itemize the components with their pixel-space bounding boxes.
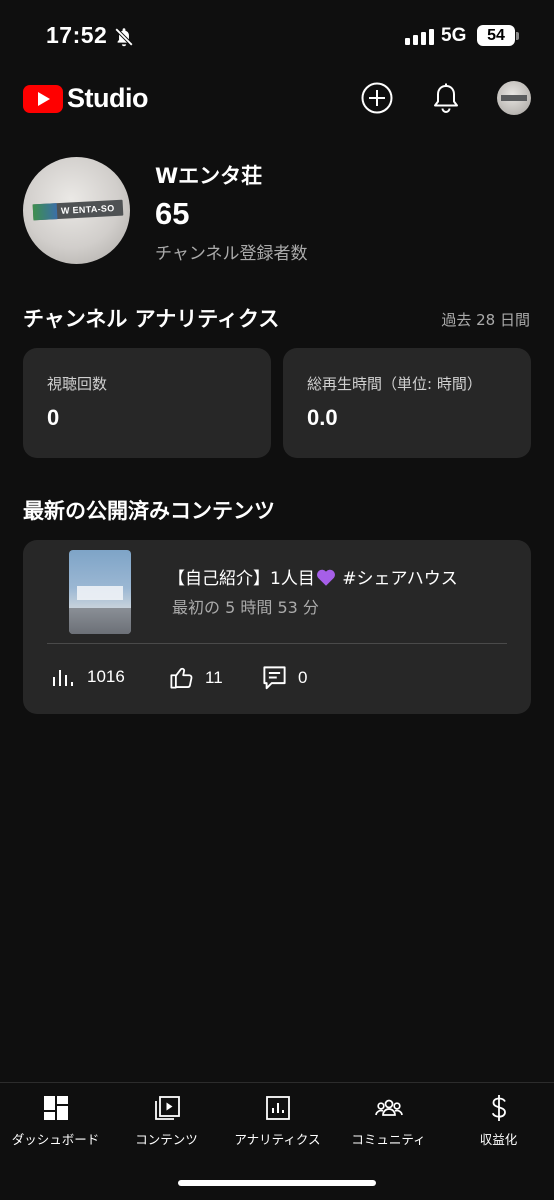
content-icon	[154, 1096, 180, 1120]
signal-icon	[405, 29, 434, 45]
nav-label: 収益化	[479, 1132, 518, 1147]
nav-label: コンテンツ	[135, 1132, 198, 1147]
divider	[47, 643, 507, 644]
app-header: Studio	[0, 75, 554, 123]
status-time: 17:52	[46, 22, 108, 48]
thumbnail-caption	[77, 586, 123, 600]
create-plus-icon	[361, 82, 393, 114]
subscriber-label: チャンネル登録者数	[155, 244, 308, 264]
bar-chart-icon	[53, 670, 73, 686]
comment-icon	[263, 666, 286, 690]
views-card[interactable]: 視聴回数 0	[23, 348, 271, 458]
notifications-bell-icon	[434, 83, 458, 113]
comments-stat: 0	[261, 664, 307, 691]
nav-analytics[interactable]: アナリティクス	[222, 1093, 333, 1148]
watch-time-value: 0.0	[307, 405, 338, 430]
account-avatar[interactable]	[497, 81, 531, 115]
nav-content[interactable]: コンテンツ	[111, 1093, 222, 1148]
watch-time-card[interactable]: 総再生時間（単位: 時間） 0.0	[283, 348, 531, 458]
views-stat: 1016	[51, 664, 125, 690]
nav-dashboard[interactable]: ダッシュボード	[0, 1093, 111, 1148]
status-bar: 17:52 5G 54	[0, 0, 554, 72]
sign-arrows-icon	[32, 203, 58, 221]
home-indicator[interactable]	[178, 1180, 376, 1186]
nav-label: アナリティクス	[234, 1132, 321, 1147]
thumbnail-cityscape	[69, 608, 131, 634]
views-label: 視聴回数	[47, 375, 108, 393]
youtube-play-icon	[23, 84, 63, 113]
nav-community[interactable]: コミュニティ	[333, 1093, 444, 1148]
notifications-button[interactable]	[429, 81, 463, 115]
thumbs-up-icon	[170, 667, 193, 689]
battery-nub	[516, 32, 519, 40]
nav-label: コミュニティ	[351, 1132, 426, 1147]
purple-heart-icon	[316, 569, 335, 586]
video-thumbnail[interactable]	[69, 550, 131, 634]
likes-stat: 11	[168, 664, 223, 691]
latest-content-title: 最新の公開済みコンテンツ	[23, 499, 275, 523]
analytics-period: 過去 28 日間	[441, 311, 530, 329]
avatar-sign: W ENTA-SO	[32, 199, 124, 221]
dollar-icon	[491, 1095, 506, 1121]
likes-count: 11	[205, 667, 223, 687]
network-type: 5G	[441, 25, 467, 46]
community-icon	[374, 1099, 403, 1116]
youtube-studio-logo[interactable]: Studio	[23, 83, 148, 114]
nav-monetization[interactable]: 収益化	[443, 1093, 554, 1148]
bell-slash-icon	[113, 26, 135, 52]
avatar-sign-text: W ENTA-SO	[60, 203, 115, 216]
comments-count: 0	[298, 667, 308, 687]
channel-avatar[interactable]: W ENTA-SO	[23, 157, 130, 264]
analytics-title: チャンネル アナリティクス	[23, 307, 280, 331]
video-title-hashtag: #シェアハウス	[336, 569, 458, 589]
views-value: 0	[47, 405, 60, 430]
logo-text: Studio	[67, 83, 148, 113]
watch-time-label: 総再生時間（単位: 時間）	[307, 375, 482, 393]
avatar-sign	[501, 95, 527, 101]
analytics-icon	[265, 1096, 290, 1120]
views-count: 1016	[87, 667, 125, 686]
create-button[interactable]	[360, 81, 394, 115]
battery-icon: 54	[477, 25, 515, 46]
battery-level: 54	[487, 26, 505, 44]
video-title-text: 【自己紹介】1人目	[168, 569, 315, 589]
video-period: 最初の 5 時間 53 分	[172, 598, 319, 617]
dashboard-icon	[43, 1096, 68, 1120]
channel-name: Wエンタ荘	[155, 164, 263, 188]
subscriber-count: 65	[155, 196, 190, 231]
video-title[interactable]: 【自己紹介】1人目 #シェアハウス	[168, 564, 458, 589]
nav-label: ダッシュボード	[11, 1132, 100, 1147]
latest-video-card[interactable]: 【自己紹介】1人目 #シェアハウス 最初の 5 時間 53 分 1016 11 …	[23, 540, 531, 714]
